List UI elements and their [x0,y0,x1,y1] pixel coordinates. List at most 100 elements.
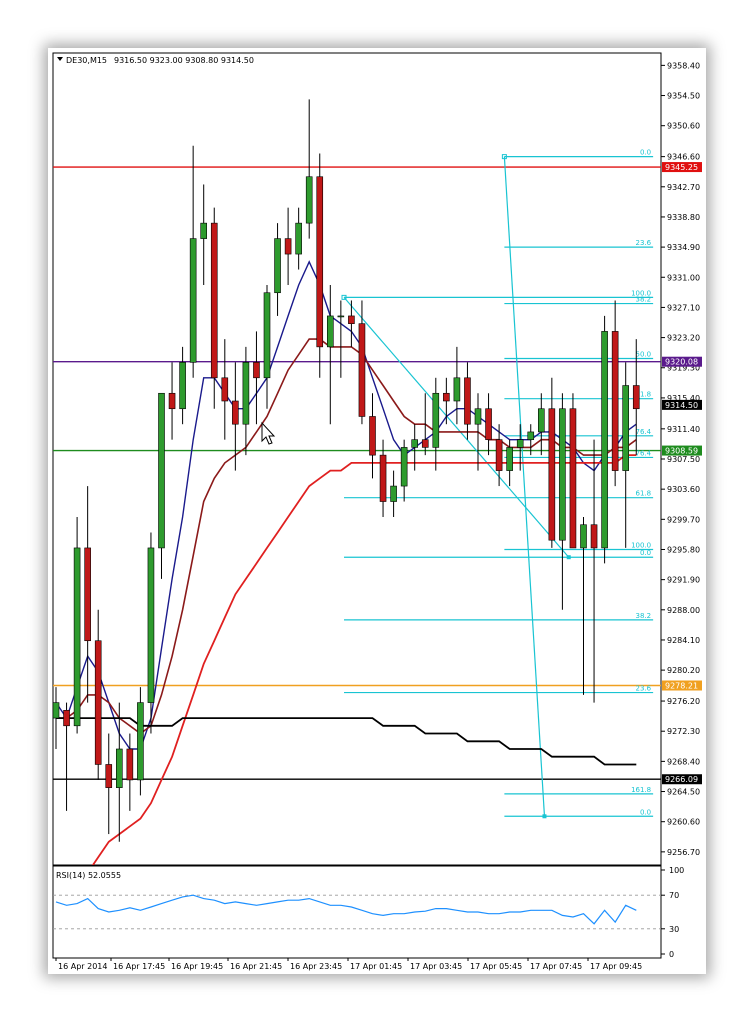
candle-body [253,362,260,379]
x-axis-tick-label: 17 Apr 07:45 [530,962,582,971]
price-level-tag-label: 9308.59 [665,447,698,456]
candle-body [580,524,587,549]
candle-body [390,485,397,502]
candle-body [379,454,387,502]
candle-body [242,362,250,425]
chart-window: 0.0 23.6 38.2 50.0 61.8 76.4 76.4 100.0 161.8 0.0… [48,48,706,974]
candle-body [537,408,545,433]
candle-body [137,702,144,781]
candle-body [474,408,482,425]
candle-body [168,392,176,410]
x-axis-tick-label: 16 Apr 23:45 [290,962,342,971]
fib-level-label: 61.8 [636,490,652,498]
candle-body [453,377,461,402]
candle-body [316,176,324,348]
rsi-axis-tick-label: 30 [669,925,679,934]
candle-body [495,439,503,471]
candle-body [411,439,419,448]
y-axis-tick-label: 9331.00 [667,273,700,282]
x-axis-tick-label: 16 Apr 19:45 [171,962,223,971]
candle-body [158,392,165,549]
y-axis-tick-label: 9334.90 [667,243,700,252]
candle-body [73,547,81,727]
y-axis-tick-label: 9311.40 [667,425,700,434]
candle-body [590,524,598,549]
y-axis-tick-label: 9303.60 [667,485,700,494]
x-axis-tick-label: 17 Apr 05:45 [470,962,522,971]
x-axis-tick-label: 16 Apr 21:45 [230,962,282,971]
fib-level-label: 0.0 [640,149,651,157]
y-axis-tick-label: 9268.40 [667,757,700,766]
fib-level-label: 23.6 [636,685,652,693]
y-axis-tick-label: 9354.50 [667,92,700,101]
candle-body [559,408,566,541]
candle-body [443,392,450,402]
candle-body [326,315,334,348]
candle-body [232,400,239,425]
rsi-panel-border [52,865,662,959]
candle-body [179,362,186,410]
candle-body [274,238,281,294]
candle-body [506,447,513,471]
fib-level-label: 161.8 [631,786,651,794]
candle-body [527,431,535,440]
x-axis-tick-label: 16 Apr 2014 [58,962,107,971]
y-axis-tick-label: 9358.40 [667,61,700,70]
y-axis-tick-label: 9288.00 [667,606,700,615]
candle-body [200,222,207,239]
candle-body [485,408,492,440]
fib-level-label: 0.0 [640,808,651,816]
candle-body [263,292,271,379]
y-axis-tick-label: 9307.50 [667,455,700,464]
y-axis-tick-label: 9264.50 [667,788,700,797]
candle-body [348,315,355,324]
candle-body [221,377,229,402]
candle-body [400,447,408,487]
fib-anchor-handle [566,555,571,560]
candle-body [632,385,640,410]
candle-body [569,408,577,549]
candle-body [295,222,302,255]
price-level-tag-label: 9278.21 [665,682,698,691]
price-level-tag-label: 9320.08 [665,358,698,367]
candle-body [516,439,524,448]
rsi-axis-tick-label: 70 [669,891,679,900]
candle-body [210,222,218,379]
x-axis-tick-label: 17 Apr 01:45 [350,962,402,971]
x-axis-tick-label: 16 Apr 17:45 [113,962,165,971]
y-axis-tick-label: 9299.70 [667,515,700,524]
x-axis-tick-label: 17 Apr 03:45 [410,962,462,971]
candle-body [432,392,440,448]
y-axis-tick-label: 9291.90 [667,576,700,585]
rsi-axis-tick-label: 100 [669,866,684,875]
fib-level-label: 0.0 [640,549,651,557]
y-axis-tick-label: 9338.80 [667,213,700,222]
y-axis-tick-label: 9280.20 [667,666,700,675]
rsi-label: RSI(14) 52.0555 [56,871,121,880]
price-level-tag-label: 9345.25 [665,163,698,172]
candle-body [116,748,123,788]
candle-body [84,547,91,642]
candle-body [548,408,556,541]
y-axis-tick-label: 9350.60 [667,122,700,131]
candle-body [611,331,619,471]
fib-level-label: 100.0 [631,289,651,297]
candle-body [126,748,134,781]
candle-body [63,710,70,727]
fib-level-label: 50.0 [636,350,652,358]
y-axis-tick-label: 9272.30 [667,727,700,736]
fib-level-label: 23.6 [636,239,652,247]
chart-canvas[interactable]: 0.0 23.6 38.2 50.0 61.8 76.4 76.4 100.0 161.8 0.0… [48,48,706,974]
y-axis-tick-label: 9342.70 [667,183,700,192]
candle-body [94,640,102,765]
rsi-axis-tick-label: 0 [669,950,674,959]
candle-body [305,176,313,224]
fib-level-label: 76.4 [636,428,652,436]
y-axis-tick-label: 9295.80 [667,545,700,554]
candle-body [147,547,155,703]
y-axis-tick-label: 9346.60 [667,153,700,162]
y-axis-tick-label: 9260.60 [667,818,700,827]
fib-level-label: 76.4 [636,449,652,457]
candle-body [189,238,197,363]
y-axis-tick-label: 9276.20 [667,697,700,706]
